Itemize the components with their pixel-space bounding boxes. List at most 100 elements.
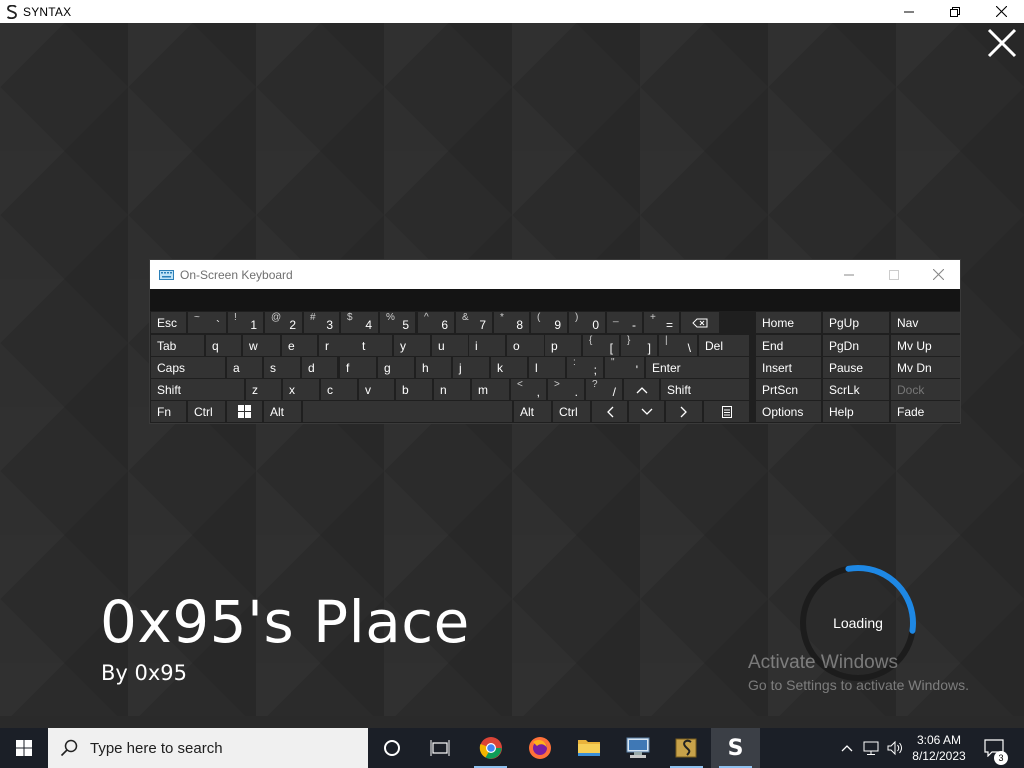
volume-tray-button[interactable] [884, 728, 906, 768]
osk-key-pause[interactable]: Pause [823, 357, 889, 378]
osk-key-row3-enter[interactable]: Enter [646, 357, 749, 378]
chrome-button[interactable] [466, 728, 515, 768]
osk-key-row4-c[interactable]: c [321, 379, 357, 400]
osk-key-row2-del[interactable]: Del [699, 335, 749, 356]
osk-key-row2-k11[interactable]: {[ [583, 335, 619, 356]
osk-key-row2-p[interactable]: p [545, 335, 581, 356]
osk-key-row3-j[interactable]: j [453, 357, 489, 378]
osk-key-end[interactable]: End [756, 335, 821, 356]
osk-close-button[interactable] [916, 260, 961, 289]
osk-key-row4-v[interactable]: v [359, 379, 394, 400]
osk-maximize-button[interactable] [871, 260, 916, 289]
osk-key-insert[interactable]: Insert [756, 357, 821, 378]
osk-key-row5-alt[interactable]: Alt [514, 401, 551, 422]
task-view-button[interactable] [416, 728, 464, 768]
osk-key-row1-9[interactable]: (9 [531, 312, 567, 333]
osk-key-row4-z[interactable]: z [246, 379, 281, 400]
osk-key-mv-up[interactable]: Mv Up [891, 335, 960, 356]
osk-key-pgdn[interactable]: PgDn [823, 335, 889, 356]
system-clock[interactable]: 3:06 AM 8/12/2023 [906, 732, 972, 764]
osk-key-windows[interactable] [227, 401, 262, 422]
osk-key-row1-k12[interactable]: _ - [607, 312, 642, 333]
osk-key-left-arrow[interactable] [592, 401, 627, 422]
osk-key-row5-k4[interactable] [303, 401, 512, 422]
osk-key-row4-m[interactable]: m [472, 379, 509, 400]
osk-key-pgup[interactable]: PgUp [823, 312, 889, 333]
osk-key-row1-esc[interactable]: Esc [151, 312, 186, 333]
osk-key-row3-k10[interactable]: :; [567, 357, 603, 378]
osk-key-row5-ctrl[interactable]: Ctrl [553, 401, 590, 422]
syntax-app-button[interactable]: S [711, 728, 760, 768]
osk-key-row3-h[interactable]: h [416, 357, 451, 378]
osk-key-row1-k13[interactable]: + = [644, 312, 679, 333]
osk-key-row4-shift[interactable]: Shift [151, 379, 244, 400]
osk-key-row1-k1[interactable]: ~ ` [188, 312, 226, 333]
osk-key-row1-6[interactable]: ^ 6 [418, 312, 454, 333]
syntax-studio-button[interactable] [662, 728, 711, 768]
osk-minimize-button[interactable] [826, 260, 871, 289]
osk-key-row2-e[interactable]: e [282, 335, 317, 356]
osk-key-row2-r[interactable]: r [319, 335, 356, 356]
osk-key-home[interactable]: Home [756, 312, 821, 333]
osk-key-row2-tab[interactable]: Tab [151, 335, 204, 356]
osk-key-help[interactable]: Help [823, 401, 889, 422]
osk-key-nav[interactable]: Nav [891, 312, 960, 333]
osk-key-row2-i[interactable]: i [469, 335, 505, 356]
osk-key-row4-k9[interactable]: >. [548, 379, 584, 400]
osk-key-row4-k8[interactable]: <, [511, 379, 546, 400]
osk-key-row1-8[interactable]: * 8 [494, 312, 529, 333]
network-tray-button[interactable] [860, 728, 882, 768]
osk-key-row2-k12[interactable]: }] [621, 335, 657, 356]
file-explorer-button[interactable] [564, 728, 613, 768]
cortana-button[interactable] [368, 728, 416, 768]
osk-key-row4-shift[interactable]: Shift [661, 379, 749, 400]
osk-key-row1-3[interactable]: #3 [304, 312, 339, 333]
osk-key-row4-b[interactable]: b [396, 379, 432, 400]
osk-key-row2-q[interactable]: q [206, 335, 241, 356]
osk-key-row2-k13[interactable]: | \ [659, 335, 697, 356]
osk-key-row3-d[interactable]: d [302, 357, 337, 378]
osk-key-row3-s[interactable]: s [264, 357, 300, 378]
osk-key-row3-caps[interactable]: Caps [151, 357, 225, 378]
osk-key-backspace[interactable] [681, 312, 719, 333]
osk-key-down-arrow[interactable] [629, 401, 664, 422]
osk-key-options[interactable]: Options [756, 401, 821, 422]
network-computer-button[interactable] [613, 728, 662, 768]
osk-key-row2-t[interactable]: t [356, 335, 392, 356]
search-box[interactable]: Type here to search [48, 728, 368, 768]
game-close-button[interactable] [986, 27, 1018, 59]
osk-key-scrlk[interactable]: ScrLk [823, 379, 889, 400]
osk-key-row3-k[interactable]: k [491, 357, 527, 378]
osk-key-mv-dn[interactable]: Mv Dn [891, 357, 960, 378]
osk-key-menu[interactable] [704, 401, 749, 422]
osk-key-row4-n[interactable]: n [434, 379, 470, 400]
osk-key-row5-ctrl[interactable]: Ctrl [188, 401, 225, 422]
osk-key-row2-w[interactable]: w [243, 335, 280, 356]
osk-key-dock[interactable]: Dock [891, 379, 960, 400]
osk-key-fade[interactable]: Fade [891, 401, 960, 422]
osk-key-row5-alt[interactable]: Alt [264, 401, 301, 422]
osk-key-row1-2[interactable]: @2 [265, 312, 302, 333]
osk-key-right-arrow[interactable] [666, 401, 702, 422]
osk-key-row1-0[interactable]: ) 0 [569, 312, 605, 333]
firefox-button[interactable] [515, 728, 564, 768]
osk-key-row3-g[interactable]: g [378, 357, 414, 378]
osk-key-row3-f[interactable]: f [340, 357, 376, 378]
osk-key-prtscn[interactable]: PrtScn [756, 379, 821, 400]
osk-key-row3-a[interactable]: a [227, 357, 262, 378]
osk-key-row3-l[interactable]: l [529, 357, 565, 378]
osk-key-row2-o[interactable]: o [507, 335, 544, 356]
osk-key-row3-k11[interactable]: " ' [605, 357, 644, 378]
close-button[interactable] [978, 0, 1024, 23]
osk-key-row1-4[interactable]: $4 [341, 312, 378, 333]
osk-key-row1-5[interactable]: % 5 [380, 312, 415, 333]
osk-key-row2-u[interactable]: u [432, 335, 468, 356]
notifications-button[interactable]: 3 [978, 728, 1010, 768]
osk-key-row4-x[interactable]: x [283, 379, 319, 400]
start-button[interactable] [0, 728, 48, 768]
maximize-button[interactable] [932, 0, 978, 23]
osk-key-row1-7[interactable]: & 7 [456, 312, 492, 333]
osk-key-row1-1[interactable]: ! 1 [228, 312, 263, 333]
osk-key-row4-k10[interactable]: ? / [586, 379, 622, 400]
osk-key-row2-y[interactable]: y [394, 335, 430, 356]
